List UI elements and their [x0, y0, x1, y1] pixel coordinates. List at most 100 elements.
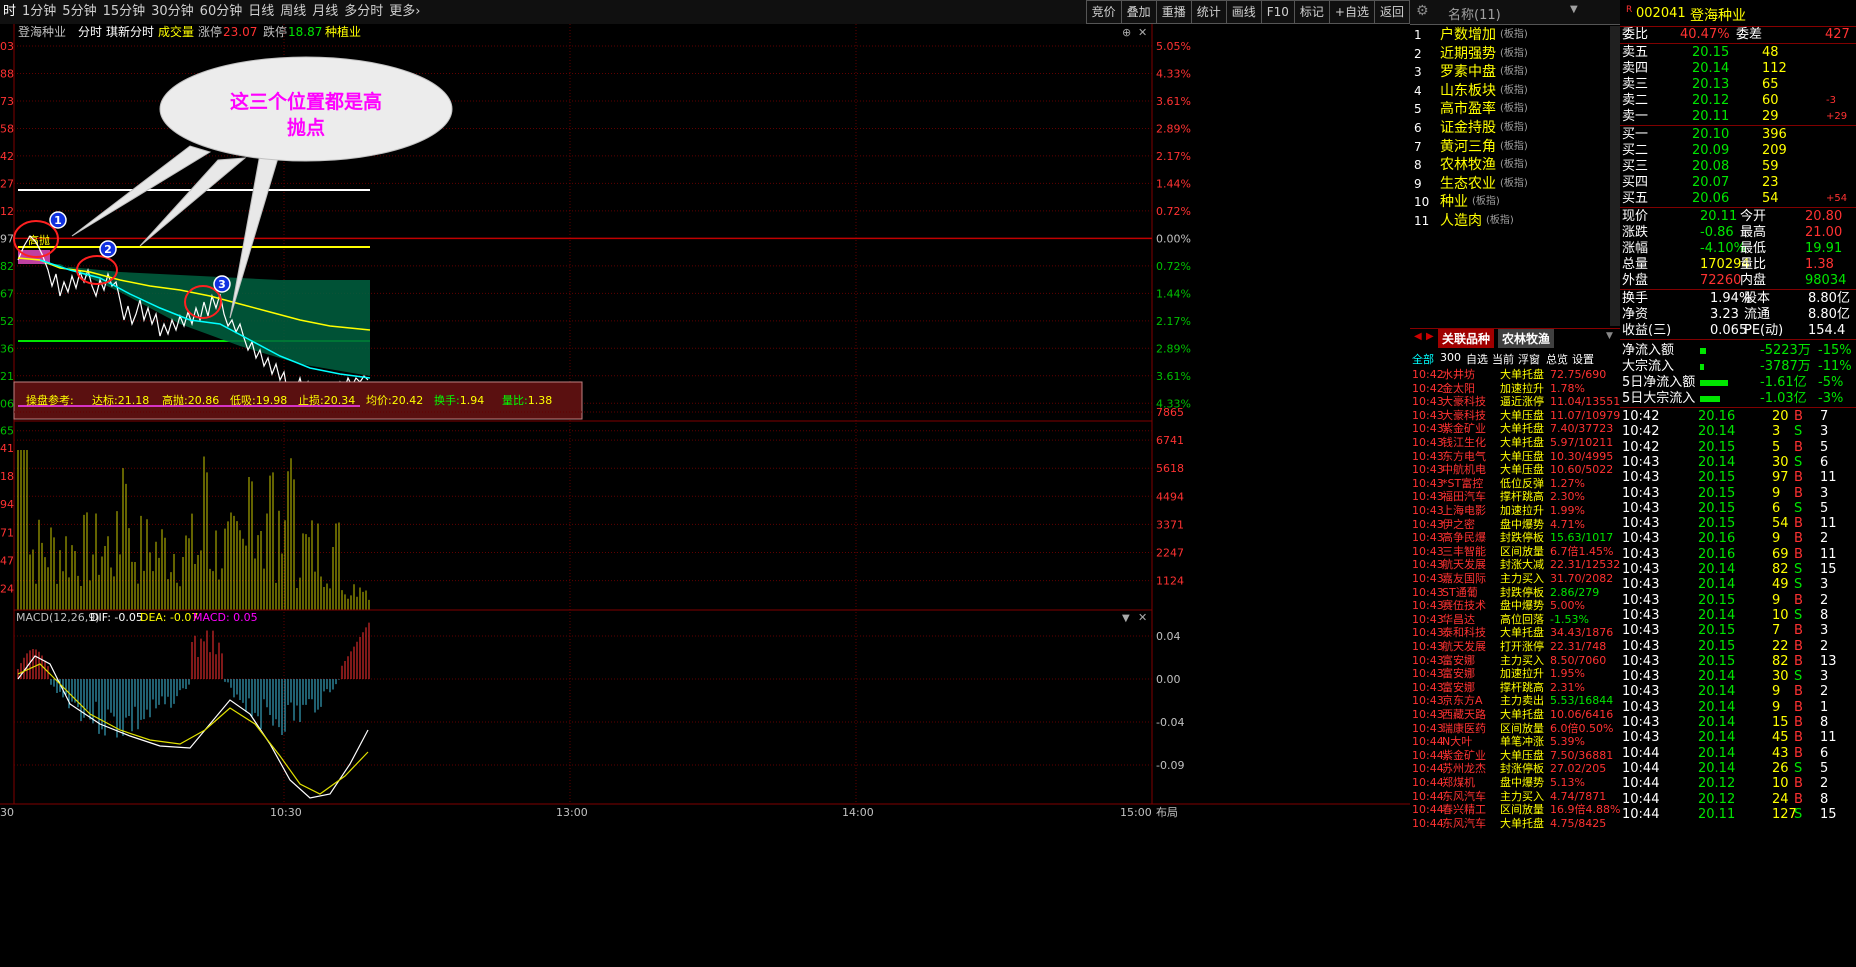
news-row[interactable]: 10:43 西藏天路 大单托盘 10.06/6416	[1410, 708, 1620, 722]
sector-item[interactable]: 6 证金持股 (板指)	[1410, 119, 1620, 137]
news-row[interactable]: 10:43 航天发展 打开涨停 22.31/748	[1410, 640, 1620, 654]
layout-button[interactable]: 布局	[1156, 806, 1178, 819]
dropdown-icon[interactable]: ▼	[1122, 613, 1130, 624]
sector-item[interactable]: 3 罗素中盘 (板指)	[1410, 63, 1620, 81]
period-tab[interactable]: 5分钟	[59, 0, 99, 24]
news-filter[interactable]: 设置	[1572, 351, 1594, 367]
period-tab[interactable]: 30分钟	[148, 0, 197, 24]
news-row[interactable]: 10:43 钱江生化 大单托盘 5.97/10211	[1410, 436, 1620, 450]
period-tab[interactable]: 多分时	[341, 0, 386, 24]
news-row[interactable]: 10:44 紫金矿业 大单压盘 7.50/36881	[1410, 749, 1620, 763]
period-tab[interactable]: 周线	[277, 0, 309, 24]
quote-stat: 涨跌 -0.86 最高 21.00	[1622, 225, 1843, 240]
news-row[interactable]: 10:44 东风汽车 主力买入 4.74/7871	[1410, 790, 1620, 804]
news-row[interactable]: 10:43 富安娜 撑杆跳高 2.31%	[1410, 681, 1620, 695]
news-row[interactable]: 10:43 三丰智能 区间放量 6.7倍1.45%	[1410, 545, 1620, 559]
tool-button[interactable]: 叠加	[1120, 0, 1157, 24]
period-tab[interactable]: 更多›	[386, 0, 423, 24]
news-row[interactable]: 10:43 中航机电 大单压盘 10.60/5022	[1410, 463, 1620, 477]
tool-button[interactable]: 返回	[1373, 0, 1410, 24]
sector-item[interactable]: 10 种业 (板指)	[1410, 193, 1620, 211]
tool-button[interactable]: 竞价	[1085, 0, 1122, 24]
tab-prev-icon[interactable]: ◀	[1414, 331, 1422, 342]
tool-button[interactable]: 统计	[1190, 0, 1227, 24]
period-tab[interactable]: 15分钟	[100, 0, 149, 24]
sector-item[interactable]: 4 山东板块 (板指)	[1410, 82, 1620, 100]
news-row[interactable]: 10:42 金太阳 加速拉升 1.78%	[1410, 382, 1620, 396]
tick-row: 10:43 20.14 45 B 11	[1622, 730, 1837, 746]
quote-stat: 总量 170294 量比 1.38	[1622, 257, 1834, 272]
news-row[interactable]: 10:43 ST通葡 封跌停板 2.86/279	[1410, 586, 1620, 600]
sector-item[interactable]: 5 高市盈率 (板指)	[1410, 100, 1620, 118]
news-row[interactable]: 10:43 *ST富控 低位反弹 1.27%	[1410, 477, 1620, 491]
stock-name: 登海种业	[1690, 8, 1746, 24]
bid-level: 买一 20.10 396	[1622, 127, 1787, 142]
price-tick-label: 58	[0, 122, 14, 135]
tool-button[interactable]: +自选	[1328, 0, 1375, 24]
news-row[interactable]: 10:43 福田汽车 撑杆跳高 2.30%	[1410, 490, 1620, 504]
svg-text:2: 2	[104, 243, 112, 256]
news-row[interactable]: 10:44 春兴精工 区间放量 16.9倍4.88%	[1410, 803, 1620, 817]
pct-tick-label: 0.72%	[1156, 260, 1191, 273]
tab-agriculture[interactable]: 农林牧渔	[1498, 329, 1555, 348]
dropdown-icon[interactable]: ▼	[1606, 331, 1613, 341]
news-row[interactable]: 10:43 大豪科技 大单压盘 11.07/10979	[1410, 409, 1620, 423]
tab-next-icon[interactable]: ▶	[1426, 331, 1434, 342]
sector-item[interactable]: 2 近期强势 (板指)	[1410, 45, 1620, 63]
period-tab[interactable]: 60分钟	[197, 0, 246, 24]
sort-down-icon[interactable]: ▼	[1570, 4, 1578, 15]
news-filter[interactable]: 全部	[1412, 351, 1434, 367]
tool-button[interactable]: 标记	[1293, 0, 1330, 24]
news-row[interactable]: 10:44 东风汽车 大单托盘 4.75/8425	[1410, 817, 1620, 831]
news-row[interactable]: 10:43 大豪科技 逼近涨停 11.04/13551	[1410, 395, 1620, 409]
close-icon[interactable]: ✕	[1138, 26, 1147, 39]
sector-item[interactable]: 9 生态农业 (板指)	[1410, 175, 1620, 193]
news-row[interactable]: 10:43 东方电气 大单压盘 10.30/4995	[1410, 450, 1620, 464]
news-row[interactable]: 10:43 上海电影 加速拉升 1.99%	[1410, 504, 1620, 518]
news-row[interactable]: 10:43 富安娜 主力买入 8.50/7060	[1410, 654, 1620, 668]
sector-item[interactable]: 11 人造肉 (板指)	[1410, 212, 1620, 230]
vol-tick-label: 1124	[1156, 575, 1184, 588]
news-row[interactable]: 10:44 N大叶 单笔冲涨 5.39%	[1410, 735, 1620, 749]
zoom-icon[interactable]: ⊕	[1122, 26, 1131, 39]
tool-button[interactable]: F10	[1260, 0, 1295, 24]
sector-item[interactable]: 8 农林牧渔 (板指)	[1410, 156, 1620, 174]
news-row[interactable]: 10:44 苏州龙杰 封涨停板 27.02/205	[1410, 762, 1620, 776]
news-filter[interactable]: 自选	[1466, 351, 1488, 367]
period-tab[interactable]: 时	[0, 0, 19, 24]
pct-tick-label: 4.33%	[1156, 67, 1191, 80]
close-icon[interactable]: ✕	[1138, 611, 1147, 624]
period-toolbar: 时 1分钟 5分钟 15分钟 30分钟 60分钟 日线 周线 月线 多分时 更多› 竞价 叠加 重播 统计…	[0, 0, 1410, 25]
sector-item[interactable]: 1 户数增加 (板指)	[1410, 26, 1620, 44]
period-tab[interactable]: 月线	[309, 0, 341, 24]
macd-tick-label: 0.00	[1156, 673, 1181, 686]
intraday-chart[interactable]: 登海种业 分时 琪新分时 成交量 涨停 23.07 跌停 18.87 种植业 ⊕ ✕ 03 5.05% 8…	[0, 24, 1410, 967]
news-filter[interactable]: 总览	[1546, 351, 1568, 367]
news-filter[interactable]: 浮窗	[1518, 351, 1540, 367]
news-row[interactable]: 10:44 郑煤机 盘中爆势 5.13%	[1410, 776, 1620, 790]
news-row[interactable]: 10:43 赛伍技术 盘中爆势 5.00%	[1410, 599, 1620, 613]
news-row[interactable]: 10:43 紫金矿业 大单托盘 7.40/37723	[1410, 422, 1620, 436]
sector-tag: (板指)	[1500, 66, 1528, 78]
news-row[interactable]: 10:43 嘉友国际 主力买入 31.70/2082	[1410, 572, 1620, 586]
news-row[interactable]: 10:43 华昌达 高位回落 -1.53%	[1410, 613, 1620, 627]
news-row[interactable]: 10:43 泰和科技 大单托盘 34.43/1876	[1410, 626, 1620, 640]
news-row[interactable]: 10:43 瑞康医药 区间放量 6.0倍0.50%	[1410, 722, 1620, 736]
tool-button[interactable]: 重播	[1155, 0, 1192, 24]
scrollbar[interactable]	[1610, 26, 1620, 326]
news-row[interactable]: 10:43 伊之密 盘中爆势 4.71%	[1410, 518, 1620, 532]
tab-related[interactable]: 关联品种	[1438, 329, 1495, 348]
news-row[interactable]: 10:43 京东方A 主力卖出 5.53/16844	[1410, 694, 1620, 708]
sector-item[interactable]: 7 黄河三角 (板指)	[1410, 138, 1620, 156]
news-row[interactable]: 10:42 水井坊 大单托盘 72.75/690	[1410, 368, 1620, 382]
period-tab[interactable]: 1分钟	[19, 0, 59, 24]
period-tab[interactable]: 日线	[245, 0, 277, 24]
news-filter[interactable]: 300	[1440, 351, 1461, 364]
tick-row: 10:43 20.14 30 S 3	[1622, 669, 1829, 685]
news-row[interactable]: 10:43 高争民爆 封跌停板 15.63/1017	[1410, 531, 1620, 545]
news-filter[interactable]: 当前	[1492, 351, 1514, 367]
tool-button[interactable]: 画线	[1225, 0, 1262, 24]
news-row[interactable]: 10:43 航天发展 封涨大减 22.31/12532	[1410, 558, 1620, 572]
gear-icon[interactable]: ⚙	[1416, 3, 1429, 19]
news-row[interactable]: 10:43 富安娜 加速拉升 1.95%	[1410, 667, 1620, 681]
